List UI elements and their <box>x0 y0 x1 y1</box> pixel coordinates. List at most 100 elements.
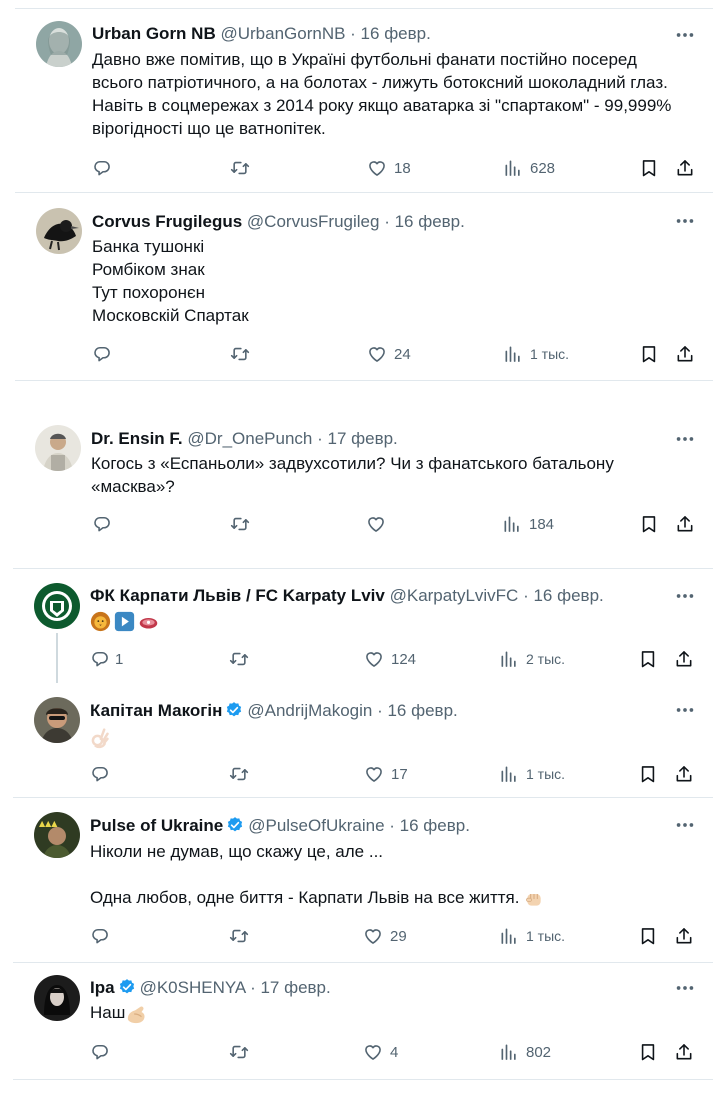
retweet-button[interactable] <box>230 512 250 536</box>
author-name[interactable]: Dr. Ensin F. <box>91 429 183 448</box>
like-button[interactable]: 29 <box>363 924 407 948</box>
author-handle[interactable]: @PulseOfUkraine <box>248 816 384 835</box>
reply-button[interactable] <box>92 156 119 180</box>
author-name[interactable]: Corvus Frugilegus <box>92 212 242 231</box>
share-button[interactable] <box>675 512 695 536</box>
retweet-button[interactable] <box>230 156 250 180</box>
author-name[interactable]: Urban Gorn NB <box>92 24 216 43</box>
tweet[interactable]: Urban Gorn NB @UrbanGornNB · 16 февр. Да… <box>0 0 719 194</box>
tweet-date[interactable]: · 16 февр. <box>523 586 604 605</box>
tweet-date[interactable]: · 16 февр. <box>384 212 465 231</box>
share-button[interactable] <box>675 342 695 366</box>
bookmark-button[interactable] <box>639 156 659 180</box>
action-bar: 18 628 <box>92 156 697 180</box>
bookmark-button[interactable] <box>638 924 658 948</box>
views-icon <box>503 344 523 364</box>
tweet-text: Наш <box>90 1001 147 1024</box>
author-name[interactable]: Ipa <box>90 978 115 997</box>
bookmark-button[interactable] <box>638 762 658 786</box>
tweet-text-line: Наш <box>90 1003 126 1022</box>
tweet[interactable]: Капітан Макогін @AndrijMakogin · 16 февр.… <box>0 683 719 797</box>
tweet-date[interactable]: · 16 февр. <box>350 24 431 43</box>
author-handle[interactable]: @Dr_OnePunch <box>187 429 312 448</box>
more-icon[interactable] <box>673 210 697 232</box>
avatar[interactable] <box>36 21 82 67</box>
tweet[interactable]: Dr. Ensin F. @Dr_OnePunch · 17 февр. Ког… <box>0 414 719 554</box>
more-icon[interactable] <box>673 428 697 450</box>
retweet-icon <box>230 514 250 534</box>
bookmark-button[interactable] <box>639 512 659 536</box>
author-name[interactable]: Pulse of Ukraine <box>90 816 223 835</box>
more-icon[interactable] <box>673 24 697 46</box>
views-icon <box>499 926 519 946</box>
reply-icon <box>90 649 110 669</box>
author-handle[interactable]: @K0SHENYA <box>140 978 246 997</box>
more-icon[interactable] <box>673 977 697 999</box>
avatar[interactable] <box>35 425 81 471</box>
verified-badge-icon <box>225 701 243 719</box>
retweet-button[interactable] <box>230 342 250 366</box>
more-icon[interactable] <box>673 699 697 721</box>
tweet-date[interactable]: · 17 февр. <box>250 978 331 997</box>
views-button[interactable]: 184 <box>502 512 554 536</box>
like-button[interactable]: 124 <box>364 647 416 671</box>
views-button[interactable]: 1 тыс. <box>499 762 565 786</box>
reply-button[interactable] <box>90 924 117 948</box>
reply-button[interactable]: 1 <box>90 647 123 671</box>
like-count: 18 <box>394 159 411 177</box>
views-button[interactable]: 1 тыс. <box>499 924 565 948</box>
retweet-button[interactable] <box>229 924 249 948</box>
tweet-date[interactable]: · 16 февр. <box>377 701 458 720</box>
bookmark-button[interactable] <box>638 647 658 671</box>
tweet-text-line: Московскій Спартак <box>92 306 249 325</box>
tweet-date[interactable]: · 17 февр. <box>317 429 398 448</box>
like-button[interactable]: 18 <box>367 156 411 180</box>
avatar[interactable] <box>36 208 82 254</box>
tweet[interactable]: ФК Карпати Львів / FC Karpaty Lviv @Karp… <box>0 569 719 683</box>
share-button[interactable] <box>674 647 694 671</box>
avatar[interactable] <box>34 975 80 1021</box>
like-count: 29 <box>390 927 407 945</box>
author-name[interactable]: Капітан Макогін <box>90 701 222 720</box>
share-button[interactable] <box>674 762 694 786</box>
like-button[interactable]: 4 <box>363 1040 398 1064</box>
more-icon[interactable] <box>673 814 697 836</box>
tweet-date[interactable]: · 16 февр. <box>389 816 470 835</box>
tweet[interactable]: ▲▲▲ Pulse of Ukraine @PulseOfUkraine · 16… <box>0 798 719 963</box>
author-handle[interactable]: @UrbanGornNB <box>220 24 345 43</box>
reply-button[interactable] <box>90 1040 117 1064</box>
author-name[interactable]: ФК Карпати Львів / FC Karpaty Lviv <box>90 586 385 605</box>
avatar[interactable]: ▲▲▲ <box>34 812 80 858</box>
action-bar: 24 1 тыс. <box>92 342 697 366</box>
avatar[interactable] <box>34 583 80 629</box>
retweet-button[interactable] <box>229 1040 249 1064</box>
views-button[interactable]: 1 тыс. <box>503 342 569 366</box>
retweet-button[interactable] <box>229 762 249 786</box>
play-button-emoji-icon <box>114 611 135 632</box>
reply-button[interactable] <box>92 512 119 536</box>
more-icon[interactable] <box>673 585 697 607</box>
retweet-icon <box>229 649 249 669</box>
like-button[interactable]: 17 <box>364 762 408 786</box>
views-button[interactable]: 2 тыс. <box>499 647 565 671</box>
views-icon <box>502 514 522 534</box>
reply-button[interactable] <box>90 762 117 786</box>
author-handle[interactable]: @AndrijMakogin <box>247 701 372 720</box>
like-button[interactable] <box>366 512 393 536</box>
author-handle[interactable]: @KarpatyLvivFC <box>390 586 519 605</box>
avatar[interactable] <box>34 697 80 743</box>
tweet[interactable]: Corvus Frugilegus @CorvusFrugileg · 16 ф… <box>0 194 719 380</box>
author-handle[interactable]: @CorvusFrugileg <box>247 212 380 231</box>
views-button[interactable]: 628 <box>503 156 555 180</box>
retweet-icon <box>230 344 250 364</box>
tweet[interactable]: Ipa @K0SHENYA · 17 февр. Наш 4 802 <box>0 963 719 1079</box>
views-button[interactable]: 802 <box>499 1040 551 1064</box>
share-button[interactable] <box>674 924 694 948</box>
share-button[interactable] <box>675 156 695 180</box>
retweet-button[interactable] <box>229 647 249 671</box>
reply-button[interactable] <box>92 342 119 366</box>
bookmark-button[interactable] <box>638 1040 658 1064</box>
bookmark-button[interactable] <box>639 342 659 366</box>
share-button[interactable] <box>674 1040 694 1064</box>
like-button[interactable]: 24 <box>367 342 411 366</box>
